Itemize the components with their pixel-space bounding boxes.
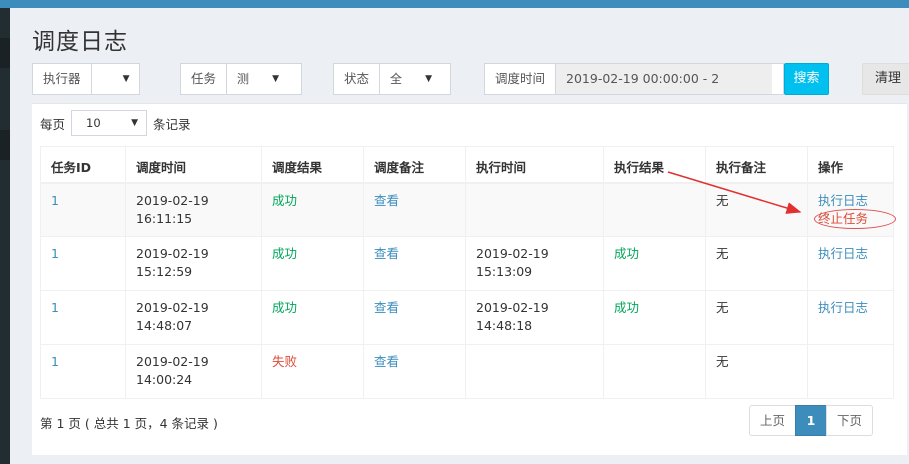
time-label: 调度时间 [485,64,557,94]
status-label: 状态 [334,64,381,94]
trigger-result: 失败 [272,354,298,369]
task-id-link[interactable]: 1 [51,354,59,369]
view-note-link[interactable]: 查看 [374,193,399,208]
exec-result: 成功 [614,300,640,315]
exec-date: 2019-02-19 [476,246,549,261]
exec-note: 无 [716,246,729,261]
exec-log-link[interactable]: 执行日志 [818,245,883,263]
trigger-result: 成功 [272,300,298,315]
view-note-link[interactable]: 查看 [374,300,399,315]
page-size-suffix: 条记录 [153,116,191,132]
pagination: 上页 1 下页 [749,405,874,436]
task-filter[interactable]: 任务 测 ▼ [180,63,302,95]
trigger-result: 成功 [272,192,298,208]
status-filter[interactable]: 状态 全 ▼ [333,63,451,95]
page-size-select[interactable]: 10 ▼ [71,110,148,136]
column-header: 调度备注 [363,146,466,184]
clear-button[interactable]: 清理 [862,63,909,95]
page-size-control: 每页 10 ▼ 条记录 [40,110,191,136]
view-note-link[interactable]: 查看 [374,354,399,369]
pagination-info: 第 1 页 ( 总共 1 页，4 条记录 ) [40,416,218,431]
executor-label: 执行器 [33,64,92,94]
log-table: 任务ID 调度时间 调度结果 调度备注 执行时间 执行结果 执行备注 操作 1 … [40,146,896,399]
task-select[interactable]: 测 ▼ [227,64,287,94]
exec-time: 15:13:09 [476,264,533,279]
trigger-date: 2019-02-19 [136,246,209,261]
column-header: 执行时间 [465,146,604,184]
table-row: 1 2019-02-19 16:11:15 成功 查看 无 执行日志 终止任务 [40,182,896,237]
trigger-time: 14:48:07 [136,318,193,333]
sidebar-item[interactable] [0,130,10,160]
chevron-down-icon: ▼ [131,118,139,128]
table-row: 1 2019-02-19 15:12:59 成功 查看 2019-02-19 15:… [40,236,894,291]
chevron-down-icon: ▼ [272,74,280,84]
time-range-input[interactable]: 2019-02-19 00:00:00 - 2 [556,64,773,94]
executor-select[interactable]: ▼ [92,64,138,94]
exec-note: 无 [716,354,729,369]
chevron-down-icon: ▼ [122,74,130,84]
executor-filter[interactable]: 执行器 ▼ [32,63,140,95]
time-filter[interactable]: 调度时间 2019-02-19 00:00:00 - 2 [484,63,784,95]
highlight-ellipse [814,208,896,229]
table-row: 1 2019-02-19 14:48:07 成功 查看 2019-02-19 14:… [40,290,894,345]
view-note-link[interactable]: 查看 [374,246,399,261]
exec-time: 14:48:18 [476,318,533,333]
prev-page-button[interactable]: 上页 [749,405,797,436]
column-header: 执行备注 [705,146,808,184]
task-label: 任务 [181,64,228,94]
trigger-time: 15:12:59 [136,264,193,279]
table-header-row: 任务ID 调度时间 调度结果 调度备注 执行时间 执行结果 执行备注 操作 [40,146,894,184]
task-id-link[interactable]: 1 [51,246,59,261]
trigger-time: 14:00:24 [136,372,193,387]
page-title: 调度日志 [32,29,128,55]
column-header: 调度时间 [125,146,262,184]
search-button[interactable]: 搜索 [784,63,829,95]
task-id-link[interactable]: 1 [51,193,59,208]
trigger-date: 2019-02-19 [136,192,209,208]
trigger-date: 2019-02-19 [136,300,209,315]
exec-result: 成功 [614,246,640,261]
page-size-prefix: 每页 [40,116,66,132]
trigger-time: 16:11:15 [136,210,193,226]
exec-log-link[interactable]: 执行日志 [818,299,883,317]
table-row: 1 2019-02-19 14:00:24 失败 查看 无 [40,344,894,399]
top-header-bar [0,0,909,8]
exec-date: 2019-02-19 [476,300,549,315]
trigger-date: 2019-02-19 [136,354,209,369]
column-header: 任务ID [40,146,126,184]
sidebar-item[interactable] [0,38,10,68]
exec-log-link[interactable]: 执行日志 [818,192,883,210]
exec-note: 无 [716,300,729,315]
column-header: 操作 [807,146,894,184]
trigger-result: 成功 [272,246,298,261]
exec-note: 无 [716,192,729,208]
column-header: 执行结果 [603,146,706,184]
status-select[interactable]: 全 ▼ [380,64,440,94]
next-page-button[interactable]: 下页 [826,405,874,436]
task-id-link[interactable]: 1 [51,300,59,315]
sidebar [0,8,10,464]
column-header: 调度结果 [261,146,364,184]
chevron-down-icon: ▼ [425,74,433,84]
current-page-button[interactable]: 1 [795,405,828,436]
